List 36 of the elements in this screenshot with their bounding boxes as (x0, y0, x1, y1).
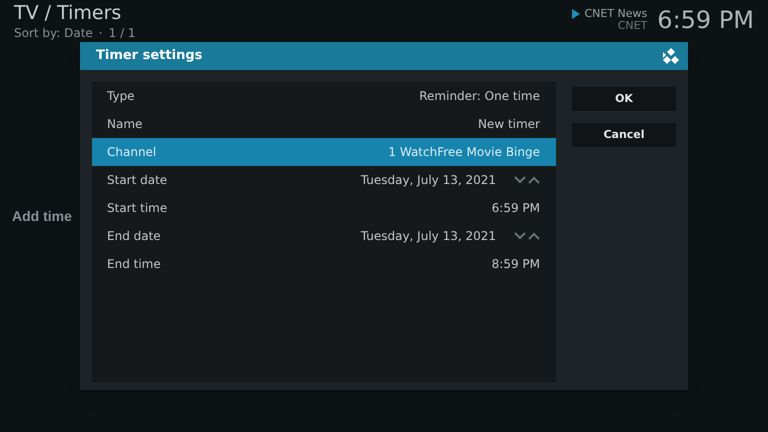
settings-row[interactable]: End time 8:59 PM (92, 250, 556, 278)
setting-value: New timer (478, 116, 540, 133)
sort-label: Sort by: Date (14, 25, 93, 42)
settings-row[interactable]: Type Reminder: One time (92, 82, 556, 110)
setting-label: End time (107, 256, 161, 273)
settings-row[interactable]: Start time 6:59 PM (92, 194, 556, 222)
channel-subtitle: CNET (618, 20, 648, 32)
settings-row[interactable]: Name New timer (92, 110, 556, 138)
settings-row[interactable]: End date Tuesday, July 13, 2021 (92, 222, 556, 250)
dialog-title: Timer settings (96, 47, 202, 66)
spinner-arrows-icon[interactable] (514, 176, 540, 184)
setting-label: End date (107, 228, 161, 245)
clock: 6:59 PM (657, 5, 754, 36)
setting-value: Reminder: One time (419, 88, 540, 105)
setting-label: Channel (107, 144, 156, 161)
play-icon (572, 9, 580, 19)
setting-label: Type (107, 88, 135, 105)
setting-value: Tuesday, July 13, 2021 (360, 228, 496, 245)
setting-label: Name (107, 116, 142, 133)
spinner-arrows-icon[interactable] (514, 232, 540, 240)
setting-value: 6:59 PM (492, 200, 540, 217)
setting-label: Start time (107, 200, 168, 217)
logo-icon (662, 47, 680, 65)
page-title: TV / Timers (14, 2, 122, 24)
separator-dot: · (98, 25, 103, 42)
setting-value: 8:59 PM (492, 256, 540, 273)
setting-value: Tuesday, July 13, 2021 (360, 172, 496, 189)
channel-name: CNET News (584, 8, 648, 20)
item-count: 1 / 1 (108, 25, 136, 42)
dialog-button[interactable]: OK (572, 87, 676, 111)
add-timer-item[interactable]: Add time (12, 208, 72, 224)
setting-value: 1 WatchFree Movie Binge (388, 144, 540, 161)
setting-label: Start date (107, 172, 168, 189)
settings-row[interactable]: Channel 1 WatchFree Movie Binge (92, 138, 556, 166)
dialog-button[interactable]: Cancel (572, 123, 676, 147)
settings-row[interactable]: Start date Tuesday, July 13, 2021 (92, 166, 556, 194)
